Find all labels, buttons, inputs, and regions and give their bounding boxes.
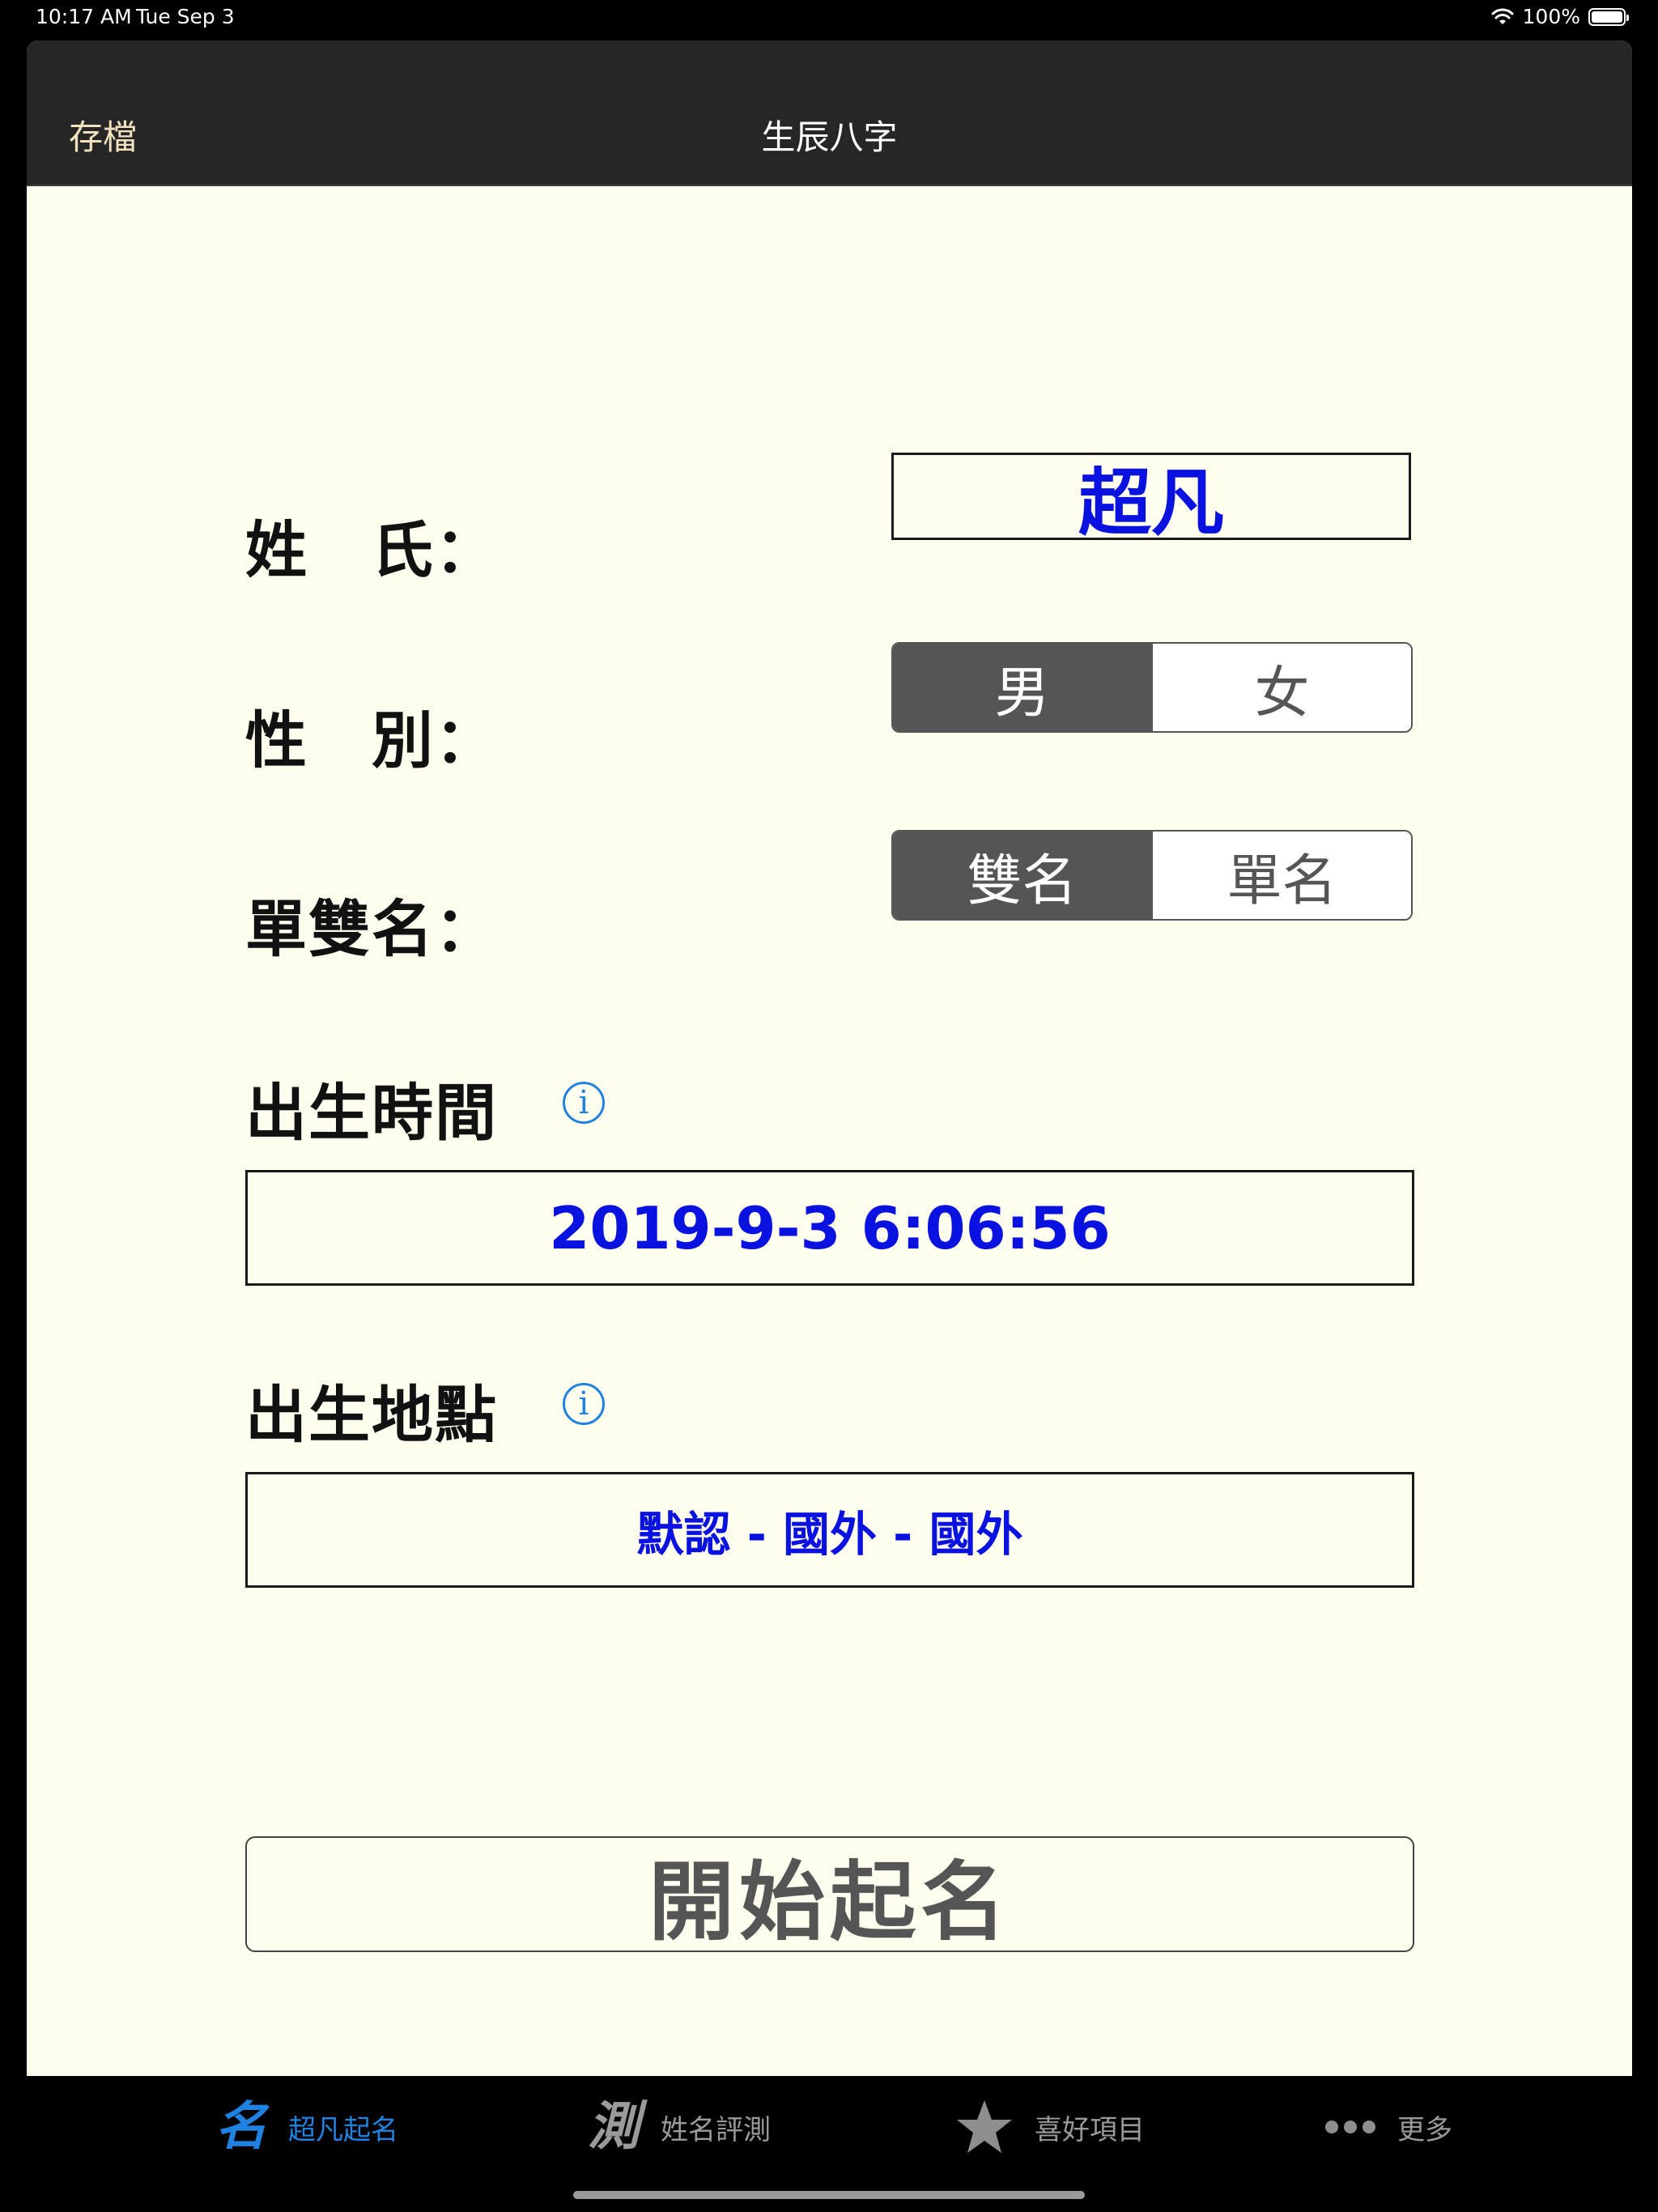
- gender-label: 性 別：: [245, 704, 498, 776]
- navigation-bar: 存檔 生辰八字: [27, 40, 1632, 186]
- screen: 10:17 AM Tue Sep 3 100% 存檔 生辰八字 姓 氏： 超凡 …: [0, 0, 1658, 2212]
- birth-place-info-icon[interactable]: i: [563, 1383, 605, 1425]
- name-type-option-double[interactable]: 雙名: [893, 832, 1151, 919]
- tab-label: 更多: [1397, 2113, 1452, 2146]
- app-window: 存檔 生辰八字 姓 氏： 超凡 性 別： 男 女 單雙名： 雙名 單名 出生時間…: [27, 40, 1632, 2076]
- page-title: 生辰八字: [761, 117, 898, 157]
- name-char-icon: 名: [215, 2097, 267, 2157]
- tab-more[interactable]: 更多: [1324, 2099, 1452, 2155]
- tab-label: 姓名評測: [661, 2113, 771, 2146]
- tab-name-evaluation[interactable]: 測 姓名評測: [588, 2099, 771, 2155]
- form-content: 姓 氏： 超凡 性 別： 男 女 單雙名： 雙名 單名 出生時間 i 2019-…: [27, 185, 1632, 2076]
- surname-field[interactable]: 超凡: [891, 453, 1411, 546]
- test-char-icon: 測: [588, 2097, 640, 2157]
- star-icon: [957, 2100, 1012, 2153]
- tab-favorites[interactable]: 喜好項目: [955, 2099, 1145, 2155]
- birth-place-label: 出生地點: [245, 1379, 498, 1451]
- gender-option-male[interactable]: 男: [893, 644, 1151, 731]
- status-date: Tue Sep 3: [136, 5, 235, 28]
- birth-time-field[interactable]: 2019-9-3 6:06:56: [245, 1170, 1414, 1286]
- name-type-option-single[interactable]: 單名: [1151, 832, 1411, 919]
- status-bar: 10:17 AM Tue Sep 3 100%: [0, 0, 1658, 37]
- gender-segmented-control: 男 女: [891, 642, 1413, 733]
- gender-option-female[interactable]: 女: [1151, 644, 1411, 731]
- name-type-label: 單雙名：: [245, 893, 498, 965]
- birth-time-label: 出生時間: [245, 1077, 498, 1149]
- more-icon: [1325, 2121, 1375, 2133]
- home-indicator: [573, 2191, 1085, 2199]
- birth-time-info-icon[interactable]: i: [563, 1082, 605, 1124]
- name-type-segmented-control: 雙名 單名: [891, 830, 1413, 921]
- status-right: 100%: [1490, 5, 1629, 28]
- birth-place-field[interactable]: 默認 - 國外 - 國外: [245, 1472, 1414, 1588]
- battery-icon: [1588, 7, 1629, 26]
- status-time: 10:17 AM: [36, 5, 132, 28]
- tab-chaofan-naming[interactable]: 名 超凡起名: [215, 2099, 398, 2155]
- wifi-icon: [1491, 8, 1514, 24]
- tab-label: 超凡起名: [288, 2113, 398, 2146]
- start-naming-button[interactable]: 開始起名: [245, 1836, 1414, 1952]
- surname-label: 姓 氏：: [245, 514, 498, 586]
- battery-percent: 100%: [1522, 5, 1580, 28]
- tab-label: 喜好項目: [1035, 2113, 1145, 2146]
